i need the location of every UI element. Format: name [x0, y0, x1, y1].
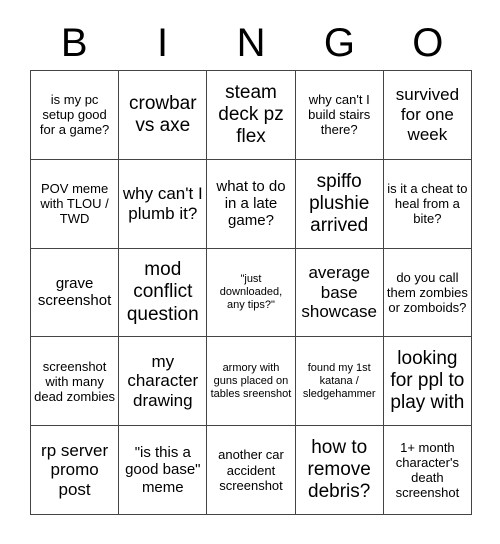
- bingo-cell[interactable]: found my 1st katana / sledgehammer: [295, 337, 384, 427]
- bingo-cell-label: steam deck pz flex: [218, 81, 284, 147]
- bingo-cell-label: "just downloaded, any tips?": [219, 273, 283, 311]
- bingo-cell[interactable]: is it a cheat to heal from a bite?: [383, 159, 472, 249]
- bingo-cell[interactable]: is my pc setup good for a game?: [31, 71, 120, 160]
- bingo-cell-label: screenshot with many dead zombies: [34, 358, 116, 404]
- bingo-cell-label: mod conflict question: [126, 259, 199, 325]
- bingo-cell-label: looking for ppl to play with: [390, 348, 465, 414]
- bingo-cell[interactable]: spiffo plushie arrived: [295, 159, 384, 249]
- bingo-cell[interactable]: looking for ppl to play with: [383, 337, 472, 427]
- bingo-cell[interactable]: 1+ month character's death screenshot: [383, 426, 472, 515]
- bingo-cell[interactable]: another car accident screenshot: [207, 426, 296, 515]
- bingo-cell-label: POV meme with TLOU / TWD: [40, 181, 109, 227]
- header-letter-i: I: [157, 21, 169, 65]
- bingo-cell[interactable]: "is this a good base" meme: [119, 426, 208, 515]
- header-letter-n: N: [236, 21, 266, 65]
- bingo-cell-label: spiffo plushie arrived: [309, 170, 370, 236]
- bingo-cell[interactable]: why can't I plumb it?: [119, 159, 208, 249]
- bingo-cell[interactable]: how to remove debris?: [295, 426, 384, 515]
- bingo-cell-label: rp server promo post: [41, 440, 109, 499]
- bingo-cell[interactable]: grave screenshot: [31, 248, 120, 338]
- bingo-cell-label: my character drawing: [127, 351, 199, 411]
- bingo-cell-label: is it a cheat to heal from a bite?: [387, 181, 468, 227]
- bingo-cell-label: grave screenshot: [37, 275, 112, 310]
- header-letter-b: B: [60, 21, 88, 65]
- bingo-cell[interactable]: steam deck pz flex: [207, 71, 296, 160]
- bingo-cell-label: survived for one week: [395, 85, 460, 144]
- bingo-cell[interactable]: survived for one week: [383, 71, 472, 160]
- bingo-grid: is my pc setup good for a game? crowbar …: [30, 70, 472, 515]
- bingo-cell-label: another car accident screenshot: [218, 447, 284, 493]
- bingo-cell[interactable]: do you call them zombies or zomboids?: [383, 248, 472, 338]
- bingo-cell-label: found my 1st katana / sledgehammer: [302, 362, 376, 400]
- bingo-cell-label: armory with guns placed on tables sreens…: [210, 362, 292, 400]
- bingo-cell-label: average base showcase: [301, 262, 377, 322]
- bingo-cell-label: why can't I build stairs there?: [308, 92, 371, 138]
- bingo-cell[interactable]: "just downloaded, any tips?": [207, 248, 296, 338]
- bingo-cell[interactable]: why can't I build stairs there?: [295, 71, 384, 160]
- bingo-cell-label: 1+ month character's death screenshot: [395, 439, 460, 501]
- bingo-cell[interactable]: crowbar vs axe: [119, 71, 208, 160]
- bingo-cell-label: why can't I plumb it?: [122, 183, 203, 223]
- bingo-cell-label: how to remove debris?: [307, 437, 371, 503]
- bingo-cell[interactable]: average base showcase: [295, 248, 384, 338]
- bingo-card: B I N G O is my pc setup good for a game…: [0, 0, 500, 544]
- bingo-header-row: B I N G O: [30, 16, 472, 70]
- header-letter-g: G: [323, 21, 355, 65]
- bingo-cell[interactable]: POV meme with TLOU / TWD: [31, 159, 120, 249]
- bingo-cell[interactable]: mod conflict question: [119, 248, 208, 338]
- bingo-cell[interactable]: screenshot with many dead zombies: [31, 337, 120, 427]
- header-letter-o: O: [412, 21, 444, 65]
- bingo-cell[interactable]: what to do in a late game?: [207, 159, 296, 249]
- bingo-cell[interactable]: armory with guns placed on tables sreens…: [207, 337, 296, 427]
- bingo-cell-label: is my pc setup good for a game?: [39, 92, 110, 138]
- bingo-cell[interactable]: my character drawing: [119, 337, 208, 427]
- bingo-cell[interactable]: rp server promo post: [31, 426, 120, 515]
- bingo-cell-label: do you call them zombies or zomboids?: [386, 269, 468, 316]
- bingo-cell-label: what to do in a late game?: [216, 177, 286, 230]
- bingo-cell-label: crowbar vs axe: [129, 92, 197, 136]
- bingo-cell-label: "is this a good base" meme: [125, 444, 201, 496]
